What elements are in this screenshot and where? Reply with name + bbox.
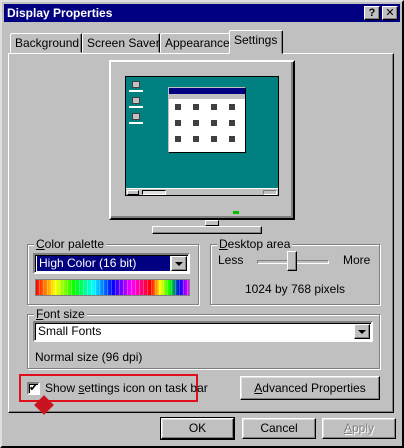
tab-label: Background	[15, 36, 80, 50]
cancel-label: Cancel	[260, 421, 298, 435]
monitor-stand	[152, 226, 262, 234]
tab-label: Settings	[234, 33, 278, 47]
tab-settings[interactable]: Settings	[229, 30, 283, 54]
desktop-icon	[132, 97, 140, 104]
checkmark-icon: ✔	[29, 382, 39, 394]
ok-button[interactable]: OK	[160, 417, 235, 440]
tab-label: Screen Saver	[87, 36, 160, 50]
help-button[interactable]: ?	[364, 6, 380, 20]
display-properties-window: Display Properties ? ✕ Background Screen…	[0, 0, 404, 448]
slider-more-label: More	[343, 253, 371, 267]
title-bar: Display Properties ? ✕	[4, 4, 400, 22]
preview-icon	[175, 136, 181, 142]
font-size-dropdown-button[interactable]	[354, 324, 370, 339]
color-palette-value: High Color (16 bit)	[37, 256, 170, 271]
tab-background[interactable]: Background	[10, 33, 82, 53]
close-icon: ✕	[385, 7, 395, 19]
close-button[interactable]: ✕	[382, 6, 398, 20]
font-size-description: Normal size (96 dpi)	[35, 350, 143, 364]
monitor-preview	[109, 60, 295, 220]
preview-icon	[211, 104, 217, 110]
preview-icon	[229, 120, 235, 126]
preview-window-menu	[169, 94, 245, 99]
desktop-icon-label	[129, 106, 143, 108]
power-light-icon	[233, 211, 239, 214]
desktop-icon-label	[129, 90, 143, 92]
color-palette-dropdown-button[interactable]	[171, 256, 187, 271]
resolution-text: 1024 by 768 pixels	[244, 282, 346, 296]
color-spectrum-bar	[35, 279, 190, 296]
tab-screen-saver[interactable]: Screen Saver	[82, 33, 160, 53]
tab-label: Appearance	[165, 36, 230, 50]
help-icon: ?	[368, 7, 376, 19]
preview-icon	[229, 136, 235, 142]
chevron-down-icon	[175, 261, 183, 266]
desktop-icon-label	[129, 122, 143, 124]
monitor-screen	[125, 76, 279, 196]
desktop-icon	[132, 81, 140, 88]
preview-icon	[193, 136, 199, 142]
font-size-value: Small Fonts	[38, 324, 102, 338]
preview-window	[168, 87, 246, 153]
preview-icon	[175, 120, 181, 126]
apply-button[interactable]: Apply	[322, 418, 396, 439]
preview-tray	[263, 190, 277, 195]
slider-less-label: Less	[218, 253, 244, 267]
tab-appearance[interactable]: Appearance	[160, 33, 232, 53]
desktop-icon	[132, 113, 140, 120]
settings-icon-checkbox[interactable]: ✔	[27, 382, 40, 395]
cancel-button[interactable]: Cancel	[242, 418, 316, 439]
color-palette-select[interactable]: High Color (16 bit)	[33, 253, 190, 274]
preview-taskbar	[126, 188, 278, 195]
color-palette-label: Color palette	[34, 237, 107, 251]
desktop-area-label: Desktop area	[217, 237, 293, 251]
preview-task-button	[142, 190, 166, 195]
font-size-label: Font size	[34, 307, 87, 321]
preview-icon	[211, 120, 217, 126]
settings-icon-checkbox-label[interactable]: Show settings icon on task bar	[45, 381, 208, 395]
preview-icon	[193, 120, 199, 126]
ok-label: OK	[188, 421, 207, 435]
chevron-down-icon	[358, 329, 366, 334]
font-size-select[interactable]: Small Fonts	[33, 321, 373, 342]
advanced-properties-button[interactable]: Advanced Properties	[240, 376, 380, 400]
preview-icon	[229, 104, 235, 110]
preview-icon	[175, 104, 181, 110]
preview-icon	[193, 104, 199, 110]
preview-start-button	[127, 190, 139, 195]
window-title: Display Properties	[7, 6, 113, 20]
preview-icon	[211, 136, 217, 142]
resolution-slider-thumb[interactable]	[287, 251, 297, 271]
